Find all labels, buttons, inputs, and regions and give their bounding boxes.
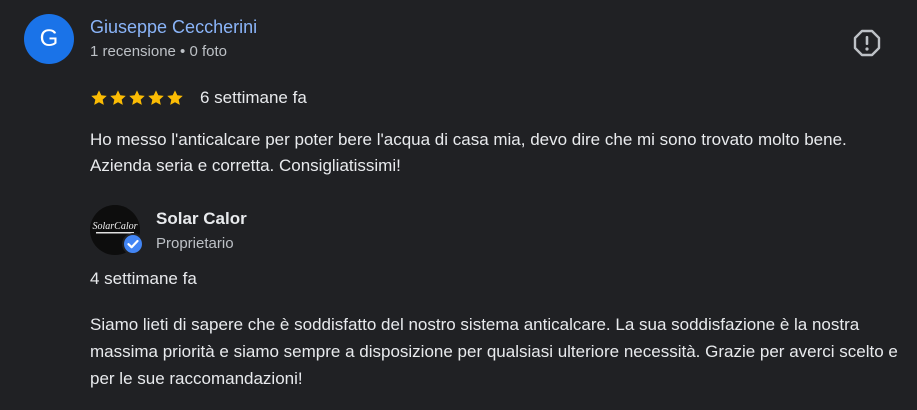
report-review-button[interactable]	[852, 28, 882, 58]
owner-role: Proprietario	[156, 235, 234, 252]
logo-text: SolarCalor	[92, 221, 137, 232]
reply-text: Siamo lieti di sapere che è soddisfatto …	[90, 315, 898, 388]
star-icon	[148, 90, 164, 105]
star-icon	[110, 90, 126, 105]
reviewer-avatar[interactable]: G	[24, 14, 74, 64]
star-icon	[91, 90, 107, 105]
review-card: G Giuseppe Ceccherini 1 recensione • 0 f…	[0, 0, 917, 410]
reply-date: 4 settimane fa	[90, 269, 197, 288]
review-date: 6 settimane fa	[200, 88, 307, 107]
reviewer-meta: 1 recensione • 0 foto	[90, 43, 228, 60]
owner-name: Solar Calor	[156, 209, 247, 228]
report-flag-icon	[853, 29, 881, 57]
avatar-initial: G	[39, 25, 59, 52]
rating-row: 6 settimane fa	[90, 86, 307, 110]
star-icon	[167, 90, 183, 105]
star-rating	[90, 89, 184, 107]
review-text: Ho messo l'anticalcare per poter bere l'…	[90, 130, 847, 175]
owner-logo: SolarCalor	[90, 205, 144, 255]
verified-badge-icon	[122, 233, 144, 255]
star-icon	[129, 90, 145, 105]
reviewer-name[interactable]: Giuseppe Ceccherini	[90, 16, 257, 38]
